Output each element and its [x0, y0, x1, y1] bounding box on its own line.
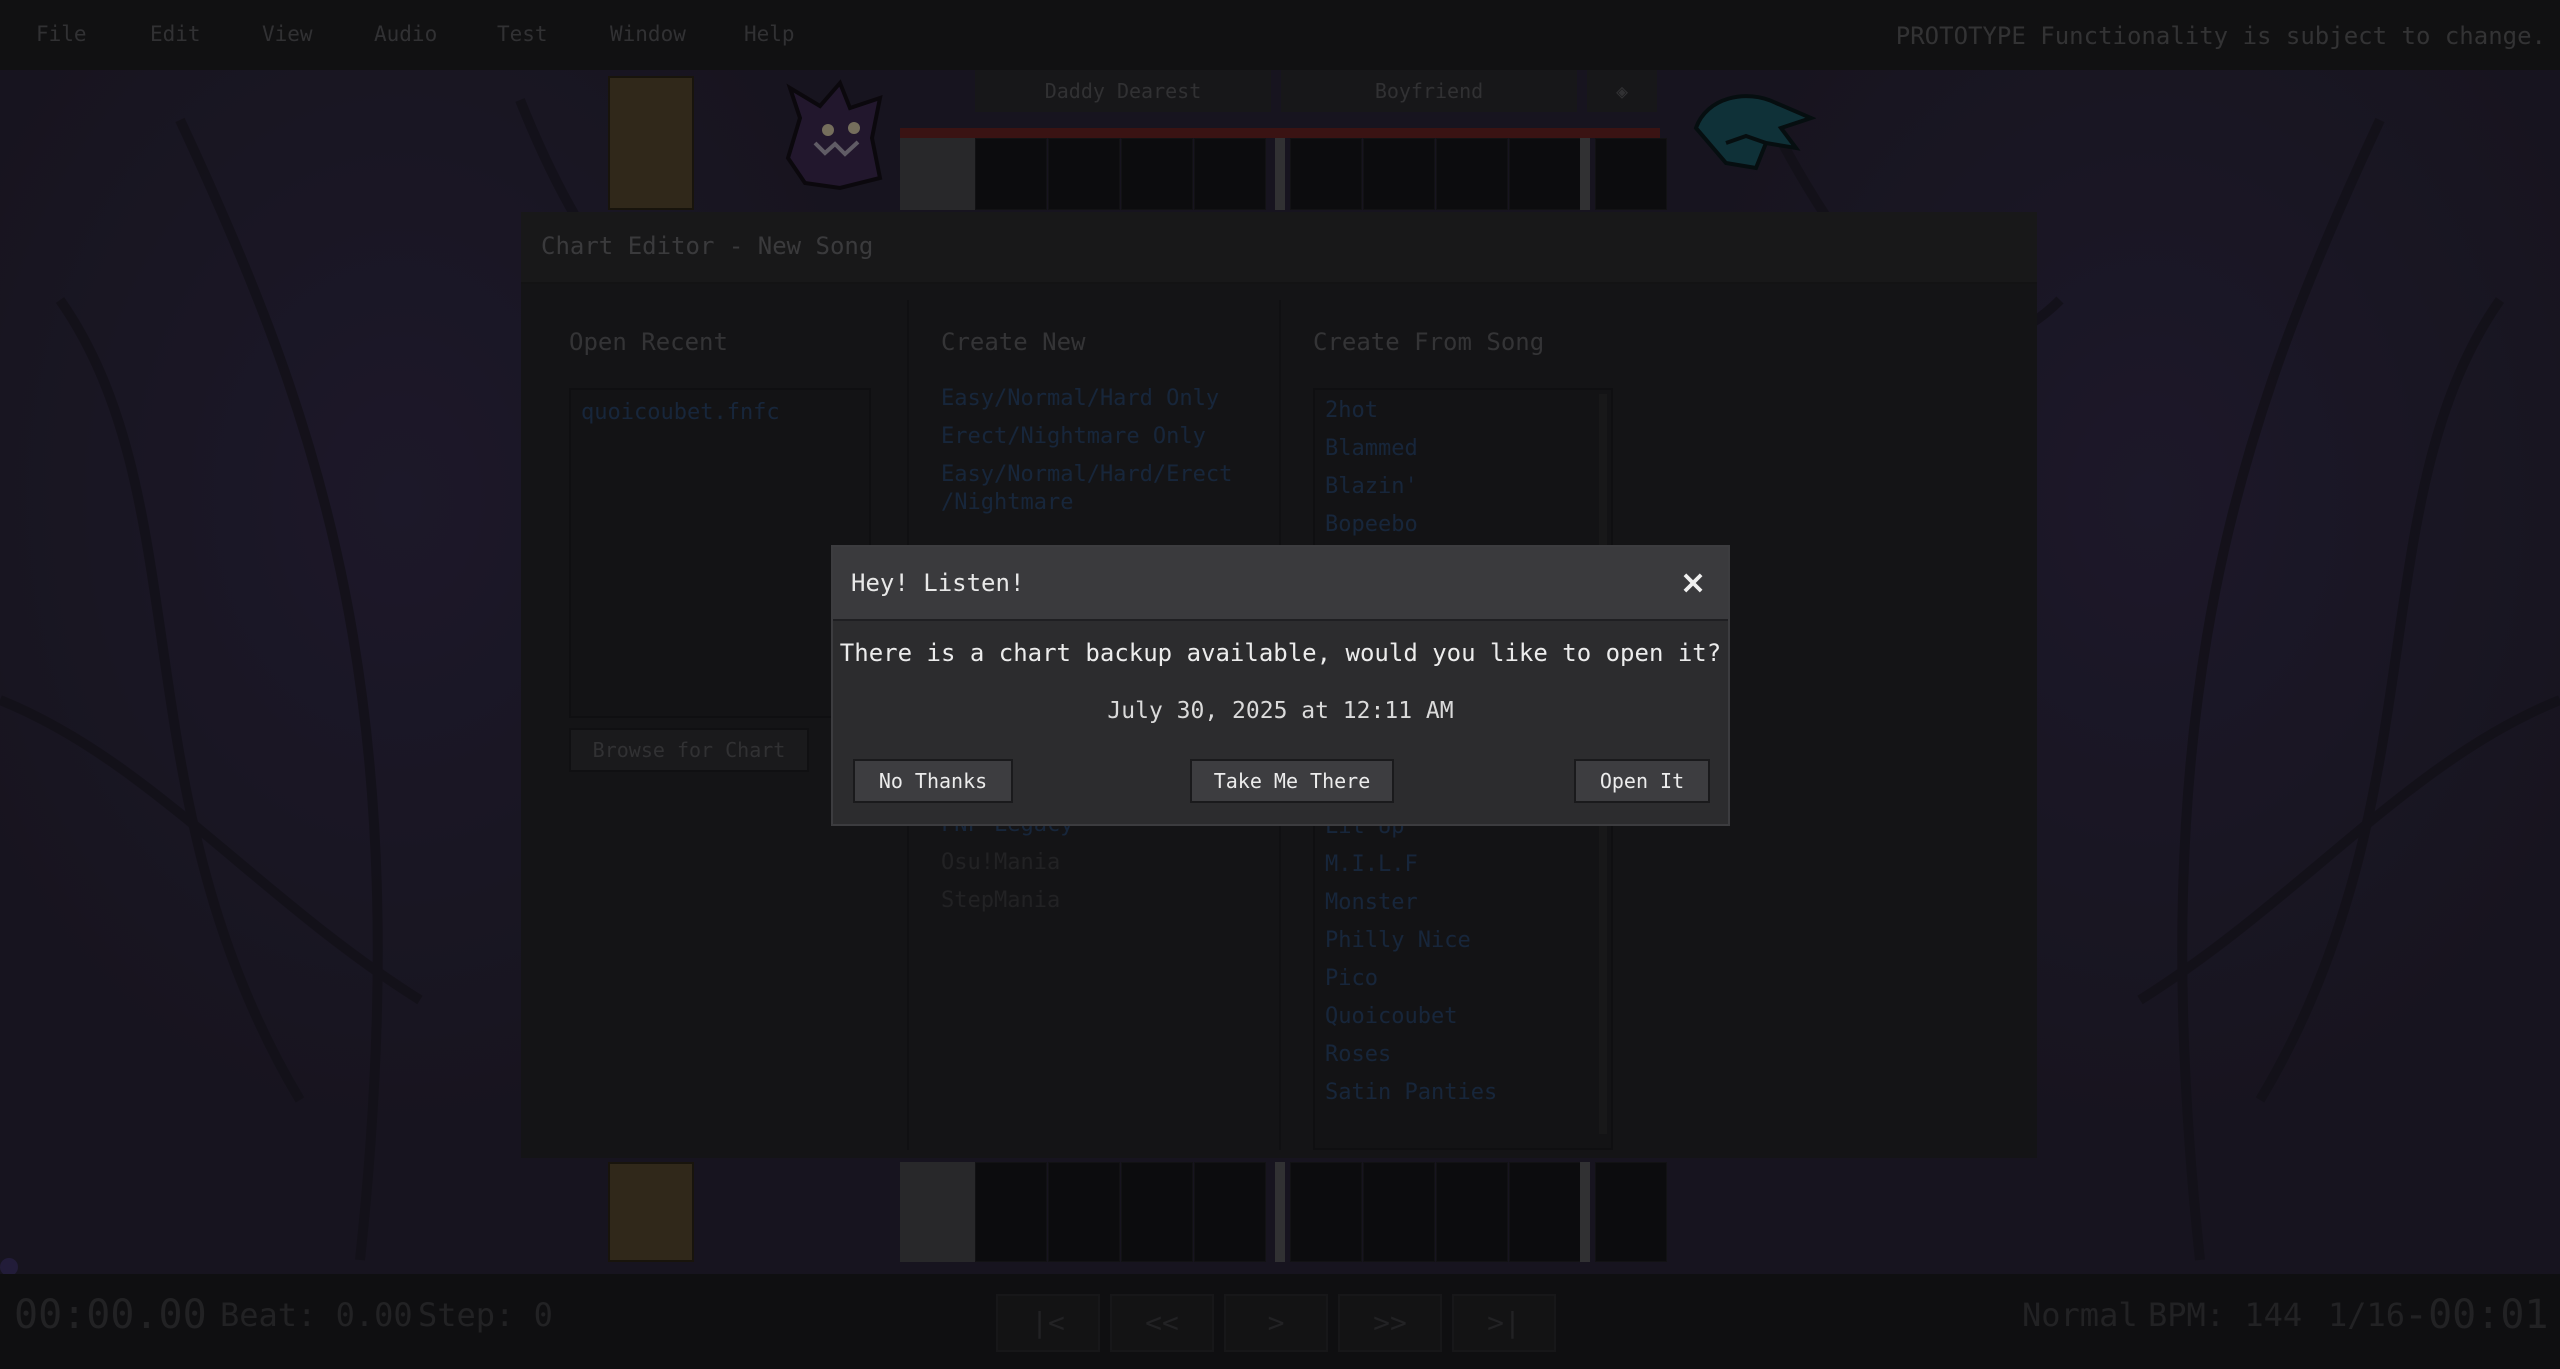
dialog-header: Hey! Listen! × — [833, 547, 1728, 621]
open-it-button[interactable]: Open It — [1574, 759, 1710, 803]
dialog-message: There is a chart backup available, would… — [839, 639, 1722, 667]
take-me-there-button[interactable]: Take Me There — [1190, 759, 1394, 803]
backup-dialog: Hey! Listen! × There is a chart backup a… — [831, 545, 1730, 826]
backup-date: July 30, 2025 at 12:11 AM — [1107, 698, 1454, 724]
close-icon[interactable]: × — [1676, 565, 1710, 599]
no-thanks-button[interactable]: No Thanks — [853, 759, 1013, 803]
dialog-title: Hey! Listen! — [851, 569, 1025, 597]
